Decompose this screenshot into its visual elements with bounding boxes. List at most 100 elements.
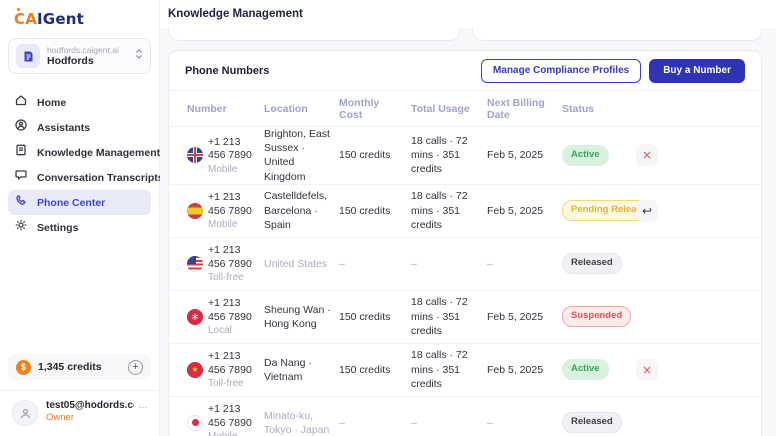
user-menu-icon[interactable]: … [138,400,149,411]
table-row: +1 213 456 7890 Local Sheung Wan · Hong … [169,291,761,344]
status-badge: Active [562,359,609,380]
credits-label: 1,345 credits [38,361,121,373]
status-badge: Released [562,412,622,433]
number-cell: +1 213 456 7890 Mobile [187,403,264,436]
location-cell: Brighton, East Sussex · United Kingdom [264,127,339,184]
table-row: +1 213 456 7890 Mobile Brighton, East Su… [169,127,761,185]
country-flag-icon [187,309,203,325]
phone-number: +1 213 456 7890 [208,297,260,324]
next-billing-cell: Feb 5, 2025 [487,204,562,218]
table-row: +1 213 456 7890 Mobile Castelldefels, Ba… [169,185,761,238]
sidebar-item-label: Conversation Transcripts [37,172,164,184]
coin-icon: $ [16,360,31,375]
column-header-number: Number [187,103,264,115]
column-header-monthly-cost: Monthly Cost [339,97,411,121]
user-email: test05@hodords.co.. [46,400,134,411]
status-cell: Suspended [562,306,634,327]
total-usage-cell: – [411,257,487,271]
status-cell: Released [562,412,634,433]
sidebar-item-phone-center[interactable]: Phone Center [8,190,151,215]
sidebar-item-label: Settings [37,222,78,234]
table-row: +1 213 456 7890 Toll-free United States … [169,238,761,291]
number-cell: +1 213 456 7890 Toll-free [187,244,264,283]
sidebar-item-settings[interactable]: Settings [8,215,151,240]
phone-number: +1 213 456 7890 [208,136,260,163]
status-cell: Active [562,359,634,380]
page-title: Knowledge Management [168,8,303,20]
assistants-icon [14,118,28,137]
phone-numbers-card: Phone Numbers Manage Compliance Profiles… [168,50,762,436]
status-cell: Released [562,253,634,274]
status-badge: Suspended [562,306,631,327]
actions-cell: × [634,144,743,166]
next-billing-cell: Feb 5, 2025 [487,148,562,162]
topbar: Knowledge Management [160,0,776,28]
total-usage-cell: – [411,416,487,430]
location-cell: United States [264,257,339,271]
phone-icon [14,193,28,212]
next-billing-cell: – [487,257,562,271]
phone-numbers-title: Phone Numbers [185,65,481,77]
monthly-cost-cell: – [339,257,411,271]
total-usage-cell: 18 calls · 72 mins · 351 credits [411,348,487,391]
monthly-cost-cell: 150 credits [339,363,411,377]
location-cell: Sheung Wan · Hong Kong [264,303,339,331]
user-section: test05@hodords.co.. … Owner [0,390,159,436]
number-type: Toll-free [208,272,260,283]
country-flag-icon [187,362,203,378]
release-number-button[interactable]: × [636,144,658,166]
monthly-cost-cell: 150 credits [339,310,411,324]
table-row: +1 213 456 7890 Mobile Minato-ku, Tokyo … [169,397,761,436]
number-type: Toll-free [208,378,260,389]
transcripts-icon [14,168,28,187]
sidebar-item-label: Assistants [37,122,90,134]
add-credits-button[interactable]: + [128,360,143,375]
table-header-row: Number Location Monthly Cost Total Usage… [169,91,761,127]
phone-numbers-header: Phone Numbers Manage Compliance Profiles… [169,51,761,91]
sidebar-item-home[interactable]: Home [8,90,151,115]
user-text: test05@hodords.co.. … Owner [46,400,149,426]
country-flag-icon [187,203,203,219]
workspace-icon [16,44,40,68]
sidebar-item-label: Phone Center [37,197,105,209]
phone-number: +1 213 456 7890 [208,191,260,218]
scrolled-card-left [168,26,460,41]
location-cell: Castelldefels, Barcelona · Spain [264,189,339,232]
number-type: Local [208,325,260,336]
undo-release-button[interactable]: ↩ [636,200,658,222]
number-cell: +1 213 456 7890 Local [187,297,264,336]
workspace-selector[interactable]: hodfords.caigent.ai Hodfords [8,38,151,74]
number-type: Mobile [208,219,260,230]
total-usage-cell: 18 calls · 72 mins · 351 credits [411,295,487,338]
country-flag-icon [187,256,203,272]
number-cell: +1 213 456 7890 Mobile [187,136,264,175]
phone-number: +1 213 456 7890 [208,244,260,271]
column-header-location: Location [264,103,339,115]
workspace-name: Hodfords [47,55,128,67]
sidebar-item-conversation-transcripts[interactable]: Conversation Transcripts [8,165,151,190]
manage-compliance-profiles-button[interactable]: Manage Compliance Profiles [481,59,641,83]
buy-a-number-button[interactable]: Buy a Number [649,59,745,83]
sidebar-nav: Home Assistants Knowledge Management Con… [0,82,159,354]
logo-prefix: CA [14,10,37,28]
actions-cell: ↩ [634,200,743,222]
main-area: Knowledge Management Phone Numbers Manag… [160,0,776,436]
user-role: Owner [46,412,149,423]
phone-number: +1 213 456 7890 [208,403,260,430]
monthly-cost-cell: – [339,416,411,430]
sidebar-item-assistants[interactable]: Assistants [8,115,151,140]
logo-suffix: IGent [37,10,84,28]
app-logo: CAIGent [0,0,159,36]
status-cell: Pending Release [562,200,634,221]
table-body: +1 213 456 7890 Mobile Brighton, East Su… [169,127,761,436]
monthly-cost-cell: 150 credits [339,204,411,218]
release-number-button[interactable]: × [636,359,658,381]
total-usage-cell: 18 calls · 72 mins · 351 credits [411,134,487,177]
sidebar-item-knowledge-management[interactable]: Knowledge Management [8,140,151,165]
status-badge: Released [562,253,622,274]
number-cell: +1 213 456 7890 Toll-free [187,350,264,389]
total-usage-cell: 18 calls · 72 mins · 351 credits [411,189,487,232]
sidebar-item-label: Knowledge Management [37,147,160,159]
chevron-up-down-icon [135,47,143,65]
table-row: +1 213 456 7890 Toll-free Da Nang · Viet… [169,344,761,397]
